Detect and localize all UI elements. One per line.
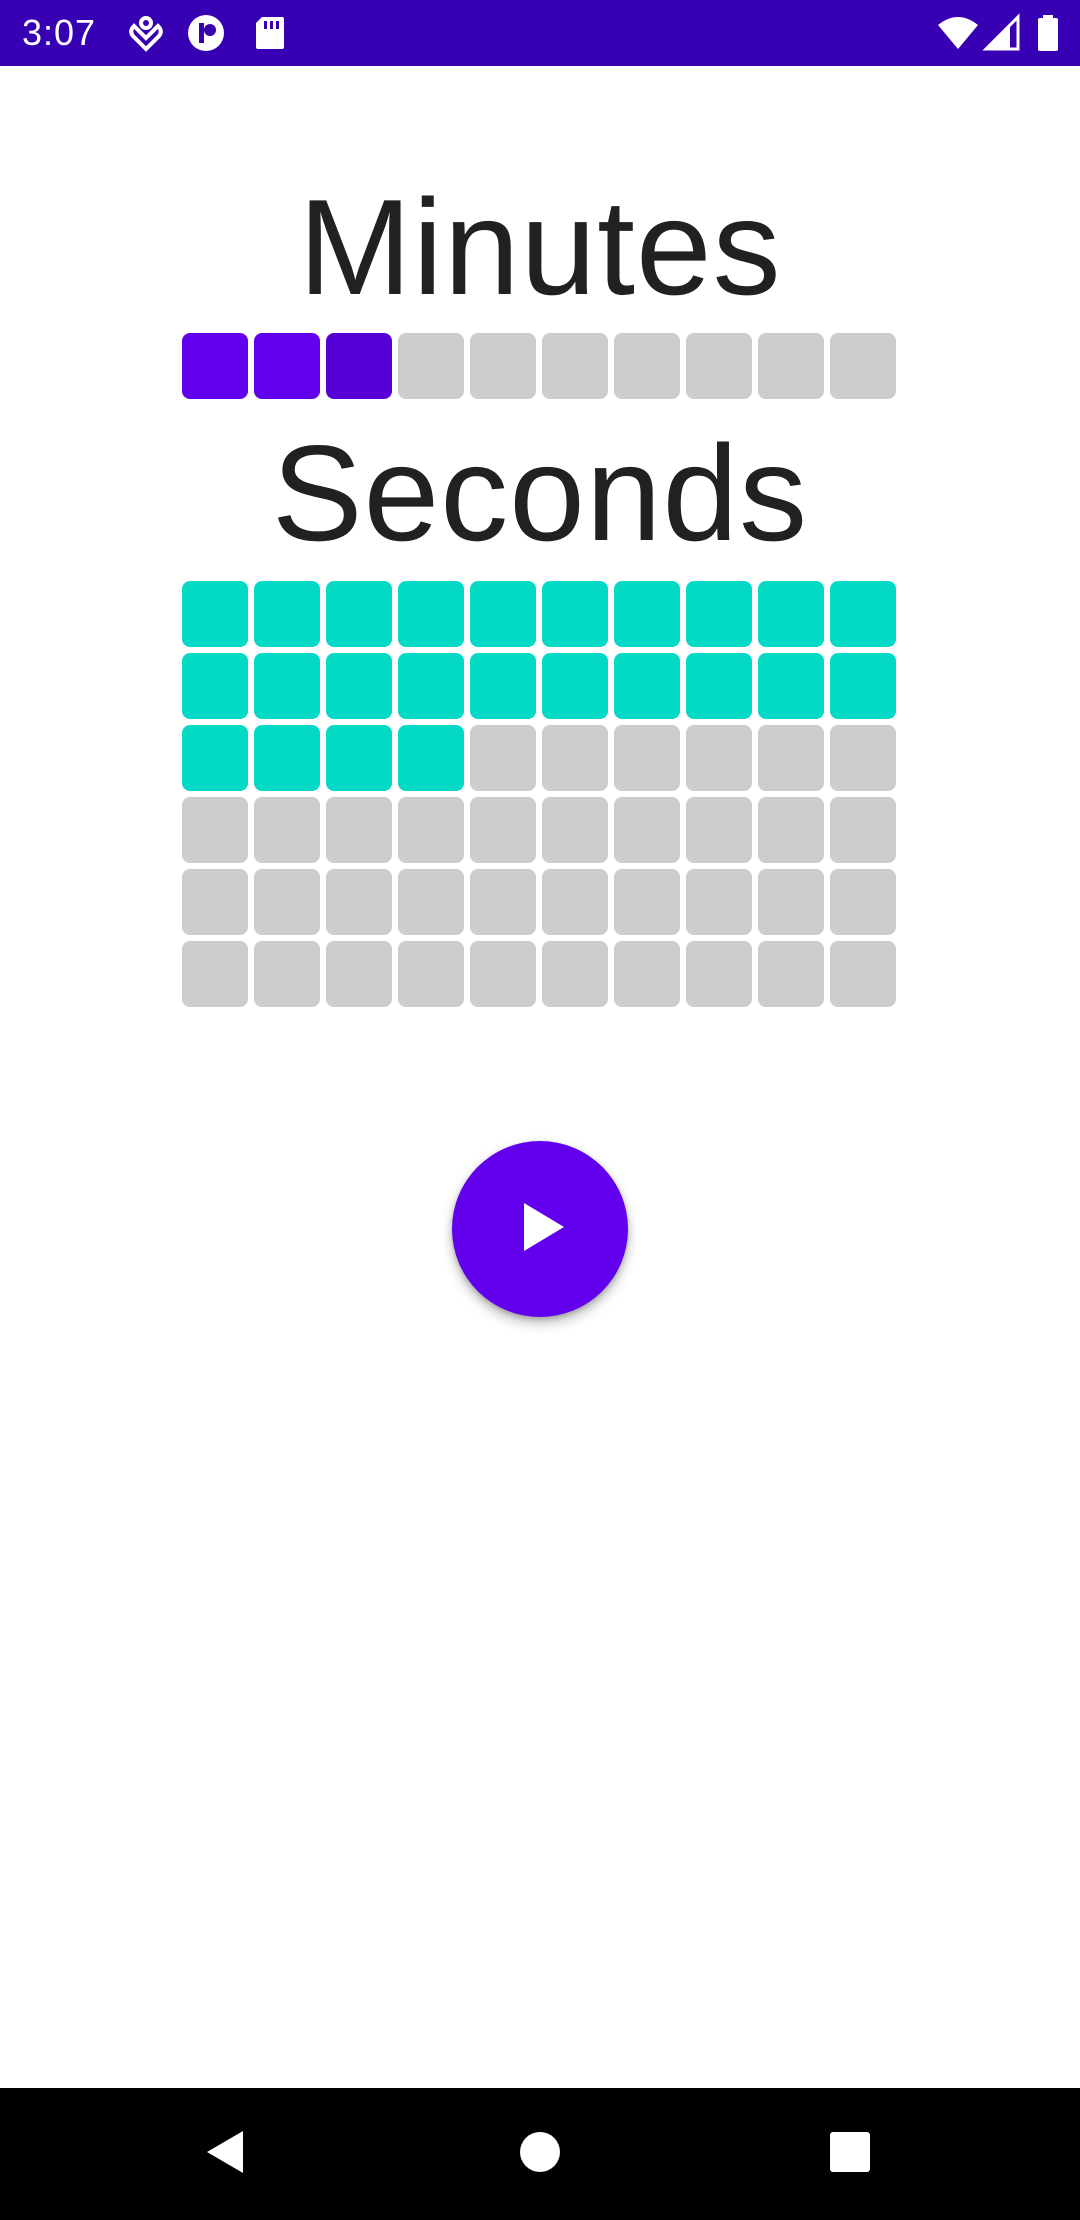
play-button[interactable] <box>452 1141 628 1317</box>
second-cell-filled <box>326 725 392 791</box>
second-cell-empty <box>686 797 752 863</box>
second-cell-filled <box>758 653 824 719</box>
wifi-icon <box>936 13 978 53</box>
second-cell-filled <box>254 725 320 791</box>
second-cell-filled <box>398 581 464 647</box>
second-cell-empty <box>686 725 752 791</box>
second-cell-filled <box>398 653 464 719</box>
second-cell-filled <box>182 653 248 719</box>
second-cell-filled <box>254 653 320 719</box>
second-cell-empty <box>686 941 752 1007</box>
second-cell-empty <box>614 941 680 1007</box>
timer-screen: 3:07 Minutes Seconds <box>0 0 1080 2220</box>
signal-icon <box>982 13 1022 53</box>
second-cell-empty <box>758 797 824 863</box>
minute-cell-empty <box>470 333 536 399</box>
minute-cell-empty <box>758 333 824 399</box>
second-cell-empty <box>398 869 464 935</box>
notification-icon <box>126 13 166 53</box>
second-cell-empty <box>614 797 680 863</box>
second-cell-empty <box>758 869 824 935</box>
back-icon <box>201 2127 251 2181</box>
second-cell-empty <box>830 869 896 935</box>
minute-cell-filled <box>326 333 392 399</box>
second-cell-empty <box>254 869 320 935</box>
second-cell-empty <box>326 797 392 863</box>
second-cell-filled <box>614 653 680 719</box>
second-cell-filled <box>614 581 680 647</box>
second-cell-empty <box>758 941 824 1007</box>
minute-cell-empty <box>614 333 680 399</box>
back-button[interactable] <box>182 2110 270 2198</box>
home-icon <box>517 2129 563 2179</box>
seconds-title: Seconds <box>271 417 809 569</box>
second-cell-empty <box>830 725 896 791</box>
minute-cell-empty <box>686 333 752 399</box>
second-cell-empty <box>182 797 248 863</box>
home-button[interactable] <box>496 2110 584 2198</box>
second-cell-empty <box>542 941 608 1007</box>
second-cell-filled <box>830 581 896 647</box>
second-cell-empty <box>542 797 608 863</box>
recents-button[interactable] <box>806 2110 894 2198</box>
second-cell-filled <box>758 581 824 647</box>
second-cell-empty <box>254 941 320 1007</box>
second-cell-filled <box>182 581 248 647</box>
second-cell-empty <box>326 941 392 1007</box>
second-cell-empty <box>254 797 320 863</box>
second-cell-empty <box>614 869 680 935</box>
second-cell-empty <box>686 869 752 935</box>
minute-cell-filled <box>254 333 320 399</box>
second-cell-empty <box>758 725 824 791</box>
second-cell-empty <box>542 869 608 935</box>
second-cell-empty <box>398 797 464 863</box>
second-cell-empty <box>470 725 536 791</box>
seconds-grid <box>182 581 898 1007</box>
status-time: 3:07 <box>22 12 97 53</box>
minute-cell-empty <box>398 333 464 399</box>
second-cell-empty <box>470 869 536 935</box>
second-cell-filled <box>398 725 464 791</box>
second-cell-filled <box>686 653 752 719</box>
second-cell-filled <box>470 581 536 647</box>
second-cell-empty <box>830 797 896 863</box>
minute-cell-filled <box>182 333 248 399</box>
minute-cell-empty <box>830 333 896 399</box>
second-cell-empty <box>182 941 248 1007</box>
second-cell-empty <box>470 797 536 863</box>
sd-card-icon <box>250 13 290 53</box>
second-cell-filled <box>326 653 392 719</box>
second-cell-empty <box>830 941 896 1007</box>
second-cell-filled <box>254 581 320 647</box>
second-cell-filled <box>182 725 248 791</box>
second-cell-empty <box>398 941 464 1007</box>
status-bar: 3:07 <box>0 0 1080 66</box>
second-cell-empty <box>470 941 536 1007</box>
recents-icon <box>829 2131 871 2177</box>
second-cell-filled <box>542 653 608 719</box>
second-cell-empty <box>326 869 392 935</box>
minute-cell-empty <box>542 333 608 399</box>
second-cell-filled <box>830 653 896 719</box>
battery-icon <box>1034 13 1074 53</box>
minutes-title: Minutes <box>298 171 782 323</box>
play-icon <box>510 1197 570 1261</box>
navigation-bar <box>0 2088 1080 2220</box>
second-cell-filled <box>470 653 536 719</box>
second-cell-filled <box>686 581 752 647</box>
second-cell-filled <box>542 581 608 647</box>
minutes-grid <box>182 333 898 399</box>
second-cell-filled <box>326 581 392 647</box>
second-cell-empty <box>182 869 248 935</box>
second-cell-empty <box>542 725 608 791</box>
app-icon <box>186 13 226 53</box>
second-cell-empty <box>614 725 680 791</box>
